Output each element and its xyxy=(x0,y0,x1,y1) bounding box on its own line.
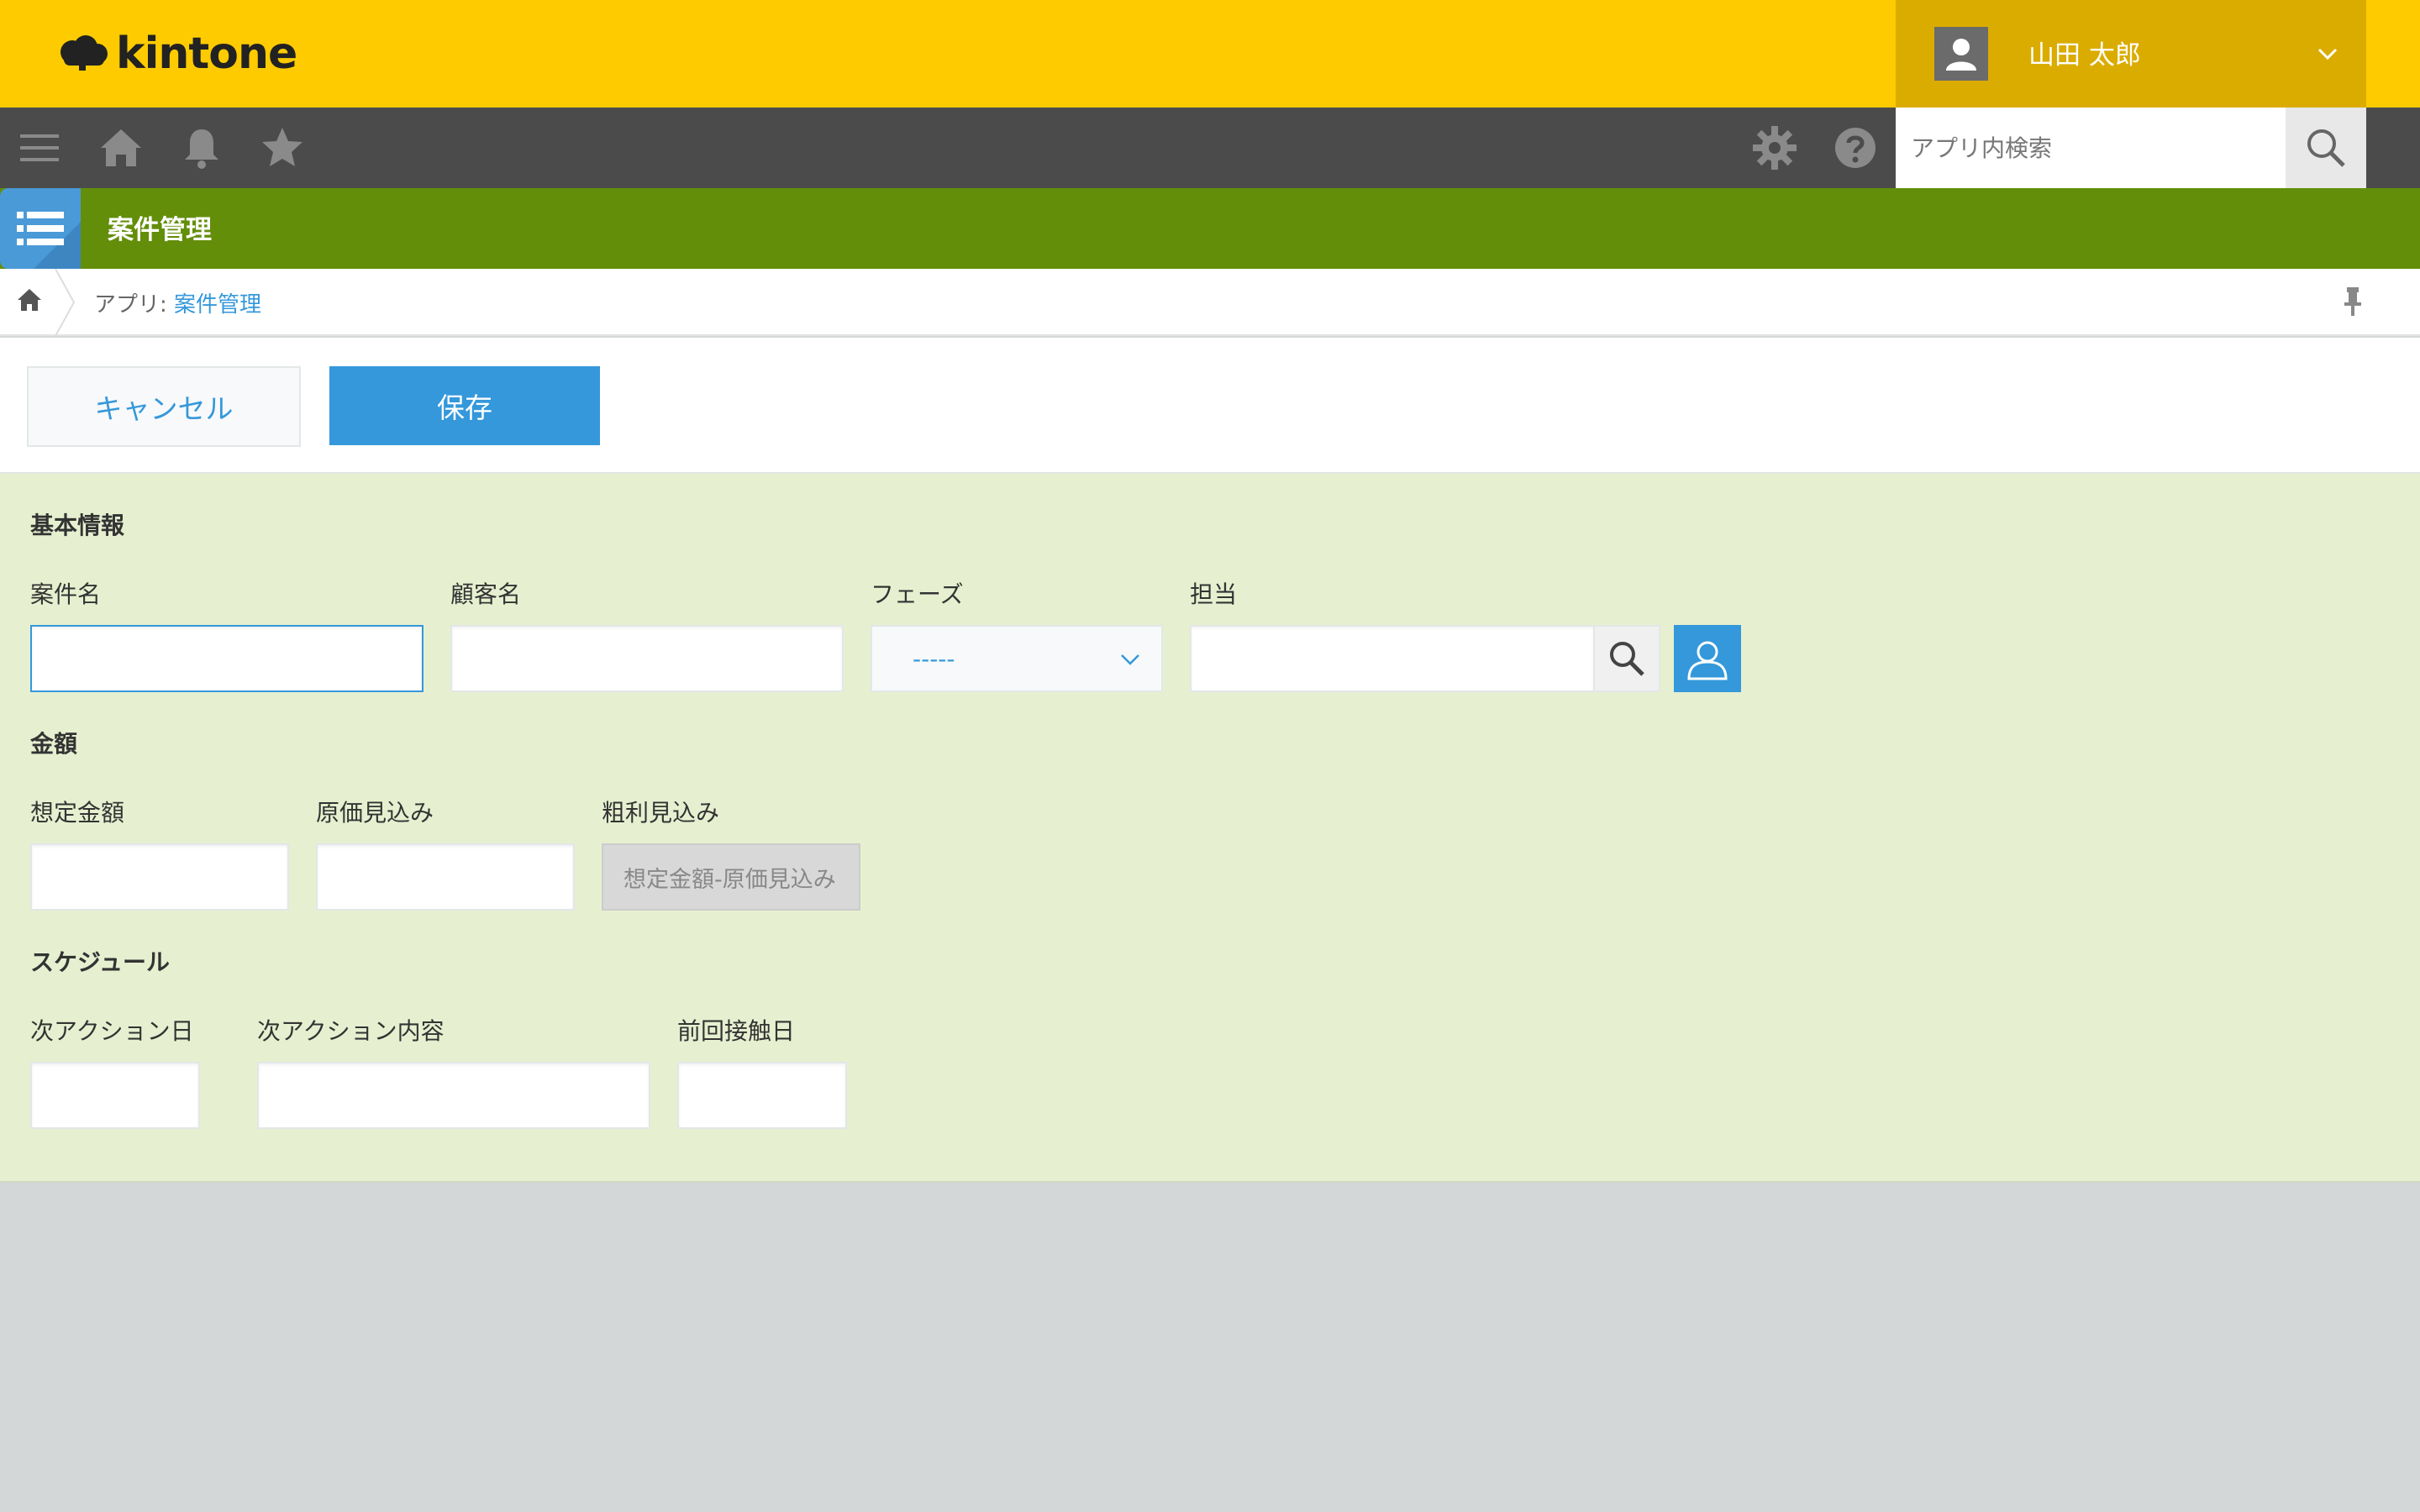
save-button[interactable]: 保存 xyxy=(329,366,600,445)
app-search-input[interactable] xyxy=(1896,108,2286,188)
search-icon xyxy=(2307,129,2345,167)
record-form: 基本情報 案件名 顧客名 フェーズ ----- 担当 金額 想定金額 原価見込み… xyxy=(0,474,2420,1183)
chevron-down-icon[interactable] xyxy=(2311,37,2344,71)
phase-label: フェーズ xyxy=(871,580,964,608)
breadcrumb: アプリ: 案件管理 xyxy=(0,269,2420,336)
home-icon[interactable] xyxy=(97,124,145,171)
owner-search-button[interactable] xyxy=(1593,625,1660,692)
user-name: 山田 太郎 xyxy=(2028,40,2141,71)
app-icon[interactable] xyxy=(0,188,81,269)
owner-label: 担当 xyxy=(1190,580,1238,608)
top-header: kintone 山田 太郎 xyxy=(0,0,2420,108)
bell-icon[interactable] xyxy=(178,124,225,171)
pin-icon[interactable] xyxy=(2341,286,2365,318)
kintone-logo[interactable]: kintone xyxy=(57,29,297,79)
chevron-down-icon xyxy=(1121,654,1139,665)
last-contact-date-input[interactable] xyxy=(677,1062,847,1129)
expected-cost-input[interactable] xyxy=(316,843,575,911)
logo-text: kintone xyxy=(116,29,297,79)
next-action-detail-input[interactable] xyxy=(257,1062,650,1129)
star-icon[interactable] xyxy=(259,124,306,171)
app-header-bar xyxy=(0,188,2420,269)
breadcrumb-app-link[interactable]: 案件管理 xyxy=(174,292,261,318)
cloud-logo-icon xyxy=(60,35,108,71)
next-action-date-label: 次アクション日 xyxy=(30,1017,194,1045)
breadcrumb-separator xyxy=(55,269,76,336)
deal-name-input[interactable] xyxy=(30,625,424,692)
cancel-button[interactable]: キャンセル xyxy=(27,366,301,447)
last-contact-date-label: 前回接触日 xyxy=(677,1017,796,1045)
home-icon[interactable] xyxy=(15,286,44,314)
section-title-basic: 基本情報 xyxy=(30,512,125,539)
phase-selected-value: ----- xyxy=(913,645,955,673)
gross-profit-label: 粗利見込み xyxy=(602,799,720,827)
breadcrumb-trail: アプリ: 案件管理 xyxy=(94,287,261,318)
deal-name-label: 案件名 xyxy=(30,580,102,608)
owner-input[interactable] xyxy=(1190,625,1595,692)
app-search-box xyxy=(1896,108,2286,188)
menu-icon[interactable] xyxy=(17,124,64,171)
record-toolbar: キャンセル 保存 xyxy=(0,338,2420,474)
phase-dropdown[interactable]: ----- xyxy=(871,625,1163,692)
customer-name-label: 顧客名 xyxy=(450,580,522,608)
user-icon xyxy=(1946,39,1976,71)
next-action-date-input[interactable] xyxy=(30,1062,200,1129)
help-icon[interactable] xyxy=(1832,124,1879,171)
app-title: 案件管理 xyxy=(108,215,212,245)
user-picker-button[interactable] xyxy=(1674,625,1741,692)
expected-cost-label: 原価見込み xyxy=(316,799,434,827)
user-icon xyxy=(1687,641,1728,680)
expected-amount-label: 想定金額 xyxy=(30,799,125,827)
next-action-detail-label: 次アクション内容 xyxy=(257,1017,445,1045)
breadcrumb-prefix: アプリ: xyxy=(94,292,175,318)
list-app-icon xyxy=(17,212,81,269)
section-title-schedule: スケジュール xyxy=(30,948,171,976)
user-menu[interactable]: 山田 太郎 xyxy=(1896,0,2366,108)
user-avatar xyxy=(1934,27,1988,81)
search-icon xyxy=(1610,642,1644,676)
section-title-amount: 金額 xyxy=(30,730,78,758)
customer-name-input[interactable] xyxy=(450,625,844,692)
gear-icon[interactable] xyxy=(1751,124,1798,171)
search-button[interactable] xyxy=(2286,108,2366,188)
expected-amount-input[interactable] xyxy=(30,843,289,911)
gross-profit-calculated-field: 想定金額-原価見込み xyxy=(602,843,860,911)
